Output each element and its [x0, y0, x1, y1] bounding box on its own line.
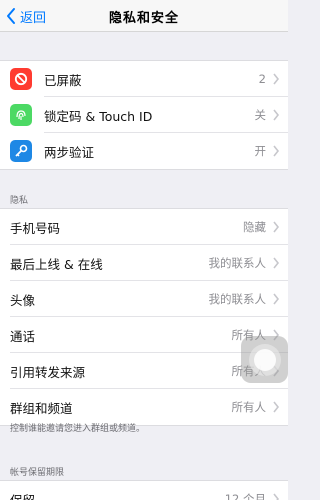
blocked-count: 2	[258, 72, 266, 86]
blocked-label: 已屏蔽	[44, 72, 82, 88]
retention-period-row[interactable]: 保留 12 个月	[0, 481, 288, 500]
phone-number-label: 手机号码	[10, 220, 61, 236]
profile-photo-row[interactable]: 头像 我的联系人	[0, 281, 288, 317]
navigation-bar: 返回 隐私和安全	[0, 0, 288, 32]
last-seen-value: 我的联系人	[208, 256, 267, 270]
groups-channels-label: 群组和频道	[10, 400, 73, 416]
chevron-right-icon	[273, 73, 280, 85]
retention-value: 12 个月	[224, 492, 266, 500]
groups-channels-row[interactable]: 群组和频道 所有人	[0, 389, 288, 425]
retention-label: 保留	[10, 492, 36, 500]
groups-footer-note: 控制谁能邀请您进入群组或频道。	[10, 424, 146, 434]
passcode-touchid-row[interactable]: 锁定码 & Touch ID 关	[0, 97, 288, 133]
key-icon	[10, 140, 32, 162]
forwarded-label: 引用转发来源	[10, 364, 86, 380]
security-group: 已屏蔽 2 锁定码 & Touch ID 关 两步验证 开	[0, 60, 288, 170]
profile-photo-label: 头像	[10, 292, 36, 308]
assistive-touch-inner-ring	[253, 348, 276, 371]
fingerprint-icon	[10, 104, 32, 126]
passcode-value: 关	[254, 108, 267, 122]
calls-label: 通话	[10, 328, 36, 344]
passcode-label: 锁定码 & Touch ID	[44, 108, 153, 124]
groups-channels-value: 所有人	[231, 400, 267, 414]
last-seen-online-row[interactable]: 最后上线 & 在线 我的联系人	[0, 245, 288, 281]
chevron-right-icon	[273, 401, 280, 413]
account-retention-header: 帐号保留期限	[10, 468, 65, 478]
account-retention-group: 保留 12 个月	[0, 480, 288, 500]
privacy-group: 手机号码 隐藏 最后上线 & 在线 我的联系人 头像 我的联系人 通话 所有人 …	[0, 208, 288, 426]
block-icon	[10, 68, 32, 90]
blocked-users-row[interactable]: 已屏蔽 2	[0, 61, 288, 97]
two-step-value: 开	[254, 144, 267, 158]
chevron-right-icon	[273, 493, 280, 500]
two-step-verification-row[interactable]: 两步验证 开	[0, 133, 288, 169]
two-step-label: 两步验证	[44, 144, 95, 160]
page-title: 隐私和安全	[108, 11, 179, 26]
chevron-right-icon	[273, 221, 280, 233]
phone-number-row[interactable]: 手机号码 隐藏	[0, 209, 288, 245]
chevron-right-icon	[273, 109, 280, 121]
chevron-right-icon	[273, 145, 280, 157]
phone-number-value: 隐藏	[243, 220, 266, 234]
profile-photo-value: 我的联系人	[208, 292, 267, 306]
chevron-right-icon	[273, 257, 280, 269]
assistive-touch-button[interactable]	[241, 336, 288, 383]
chevron-right-icon	[273, 293, 280, 305]
privacy-section-header: 隐私	[10, 196, 29, 206]
last-seen-label: 最后上线 & 在线	[10, 256, 103, 272]
assistive-touch-outer-ring	[248, 343, 281, 376]
